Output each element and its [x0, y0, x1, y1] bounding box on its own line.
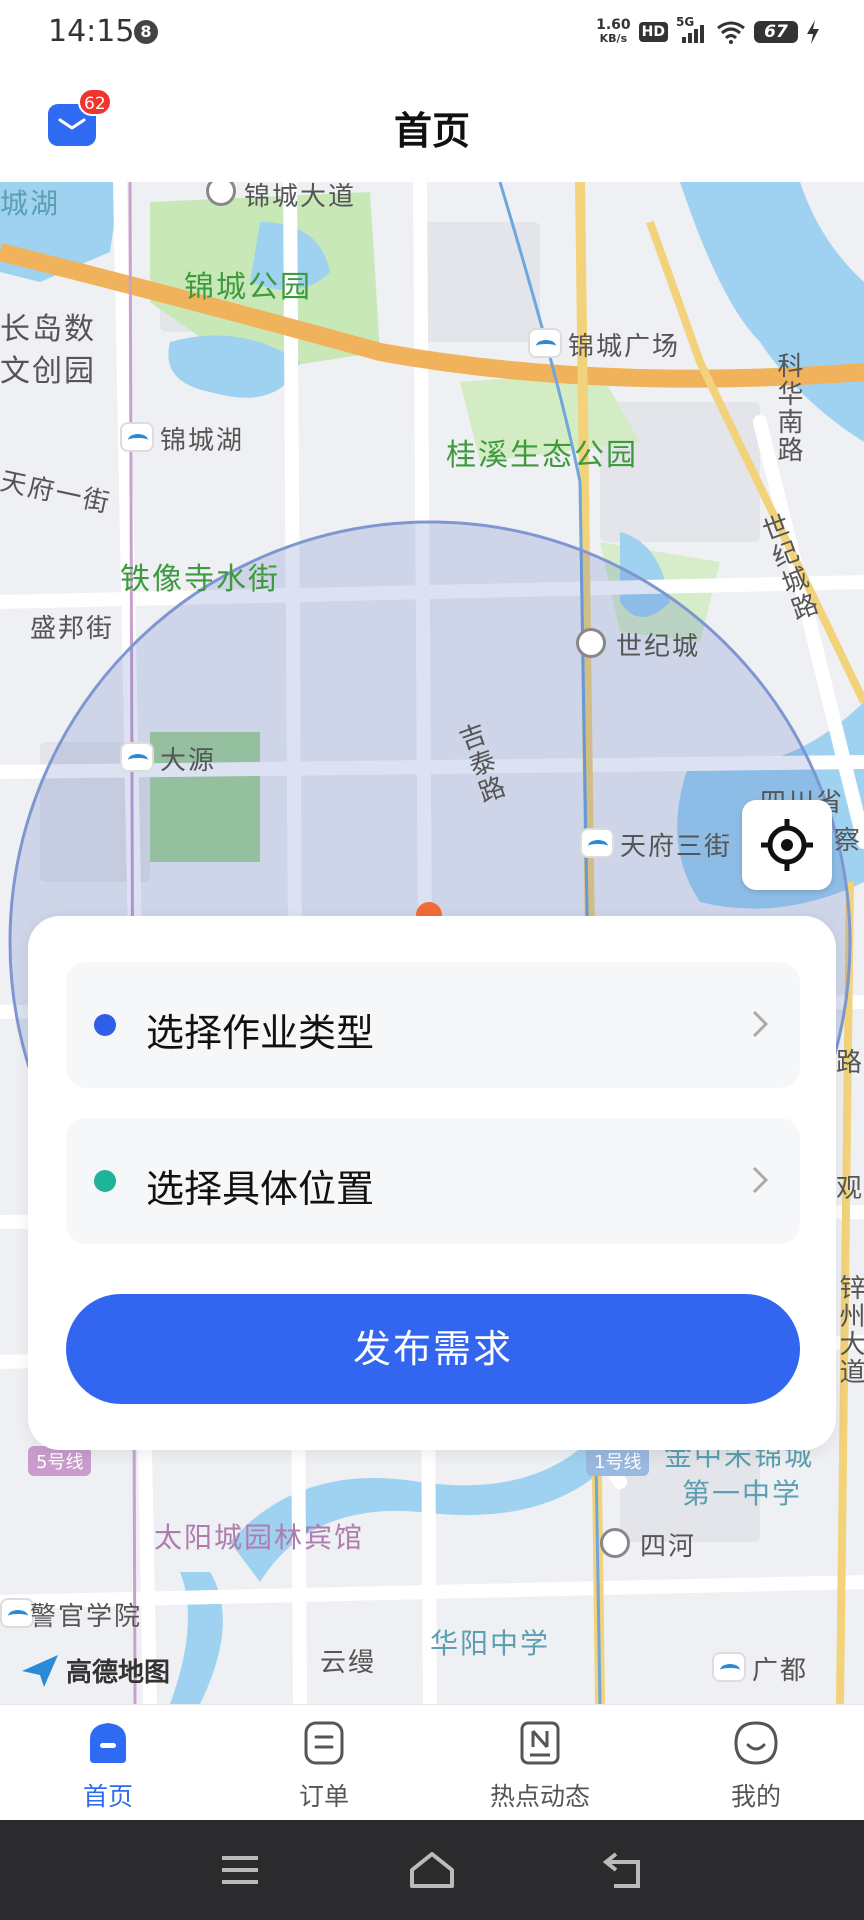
- map-label: 大源: [160, 746, 217, 776]
- menu-icon[interactable]: [218, 1850, 262, 1890]
- publish-request-button[interactable]: 发布需求: [66, 1294, 800, 1404]
- order-icon: [304, 1721, 344, 1765]
- map-label: 太阳城园林宾馆: [154, 1521, 365, 1554]
- select-location-row[interactable]: 选择具体位置: [66, 1118, 800, 1244]
- tab-home[interactable]: 首页: [0, 1705, 216, 1820]
- map-label: 警官学院: [30, 1602, 143, 1632]
- select-job-type-row[interactable]: 选择作业类型: [66, 962, 800, 1088]
- map-label: 锦城湖: [160, 426, 245, 456]
- map-label: 科华南路: [773, 352, 803, 464]
- home-nav-icon[interactable]: [408, 1850, 456, 1890]
- metro-station-icon: [120, 742, 154, 772]
- location-dot: [94, 1170, 116, 1192]
- profile-smile-icon: [734, 1721, 778, 1765]
- tab-label: 订单: [298, 1782, 349, 1811]
- tab-label: 我的: [730, 1782, 781, 1811]
- map-label: 文创园: [0, 354, 96, 389]
- map-label: 察: [834, 826, 863, 856]
- map-label: 盛邦街: [30, 614, 115, 644]
- tab-profile[interactable]: 我的: [648, 1705, 864, 1820]
- page-title: 首页: [393, 109, 470, 153]
- map-label: 桂溪生态公园: [446, 438, 638, 473]
- metro-station-icon: [528, 328, 562, 358]
- map-label: 四河: [640, 1532, 697, 1562]
- system-nav-bar: [0, 1820, 864, 1920]
- status-icons: 1.60 KB/s HD 5G 67: [596, 14, 820, 50]
- network-speed-value: 1.60: [596, 17, 631, 33]
- status-bar: 14:15 8 1.60 KB/s HD 5G 67: [0, 0, 864, 64]
- network-speed-unit: KB/s: [599, 32, 628, 45]
- hd-icon: HD: [638, 22, 668, 42]
- map-label: 城湖: [0, 187, 61, 220]
- wifi-icon: [717, 21, 745, 44]
- metro-station-icon: [0, 1598, 34, 1628]
- tab-label: 热点动态: [489, 1782, 590, 1811]
- news-icon: [520, 1721, 560, 1765]
- home-icon: [90, 1723, 126, 1763]
- tab-hot-news[interactable]: 热点动态: [432, 1705, 648, 1820]
- chevron-right-icon: [752, 1166, 769, 1194]
- network-speed: 1.60 KB/s: [596, 18, 631, 46]
- notification-badge: 8: [134, 20, 158, 44]
- map-label: 第一中学: [682, 1477, 803, 1510]
- back-icon[interactable]: [602, 1850, 646, 1890]
- metro-station-icon: [580, 828, 614, 858]
- locate-me-button[interactable]: [742, 800, 832, 890]
- signal-icon: 5G: [676, 15, 708, 45]
- amap-logo-text: 高德地图: [66, 1658, 171, 1688]
- bottom-tab-bar: 首页 订单 热点动态 我的: [0, 1704, 864, 1820]
- bus-stop-icon: [576, 628, 606, 658]
- tab-orders[interactable]: 订单: [216, 1705, 432, 1820]
- map-label: 路: [836, 1048, 864, 1078]
- map-label: 铁像寺水街: [120, 562, 280, 597]
- map-label: 世纪城: [616, 632, 701, 662]
- charging-icon: [807, 20, 819, 44]
- app-root: 14:15 8 1.60 KB/s HD 5G 67 62 首页 城湖 锦城大道…: [0, 0, 864, 1920]
- crosshair-icon: [761, 819, 813, 871]
- bus-stop-icon: [600, 1528, 630, 1558]
- tab-label: 首页: [82, 1782, 133, 1811]
- map-label: 锦城广场: [568, 332, 681, 362]
- amap-arrow-icon: [22, 1654, 58, 1687]
- map-label: 广都: [752, 1656, 809, 1686]
- battery-icon: 67: [754, 21, 798, 43]
- job-type-dot: [94, 1014, 116, 1036]
- request-card: 选择作业类型 选择具体位置 发布需求: [28, 916, 836, 1450]
- metro-station-icon: [120, 422, 154, 452]
- map-label: 华阳中学: [430, 1627, 551, 1660]
- map-label: 云缦: [320, 1648, 377, 1678]
- amap-logo: 高德地图: [20, 1652, 170, 1689]
- location-label: 选择具体位置: [146, 1167, 375, 1211]
- metro-line-tag: 5号线: [28, 1446, 92, 1476]
- map-label: 长岛数: [0, 312, 96, 347]
- map-label: 锦城公园: [184, 270, 312, 305]
- job-type-label: 选择作业类型: [146, 1011, 375, 1055]
- map-label: 天府三街: [620, 832, 733, 862]
- map-label: 锦城大道: [244, 182, 357, 212]
- chevron-right-icon: [752, 1010, 769, 1038]
- metro-line-tag: 1号线: [586, 1446, 650, 1476]
- metro-station-icon: [712, 1652, 746, 1682]
- status-time: 14:15: [48, 14, 135, 49]
- page-header: 62 首页: [0, 64, 864, 182]
- map-label: 锌州大道: [835, 1274, 864, 1386]
- map-label: 观: [836, 1174, 864, 1204]
